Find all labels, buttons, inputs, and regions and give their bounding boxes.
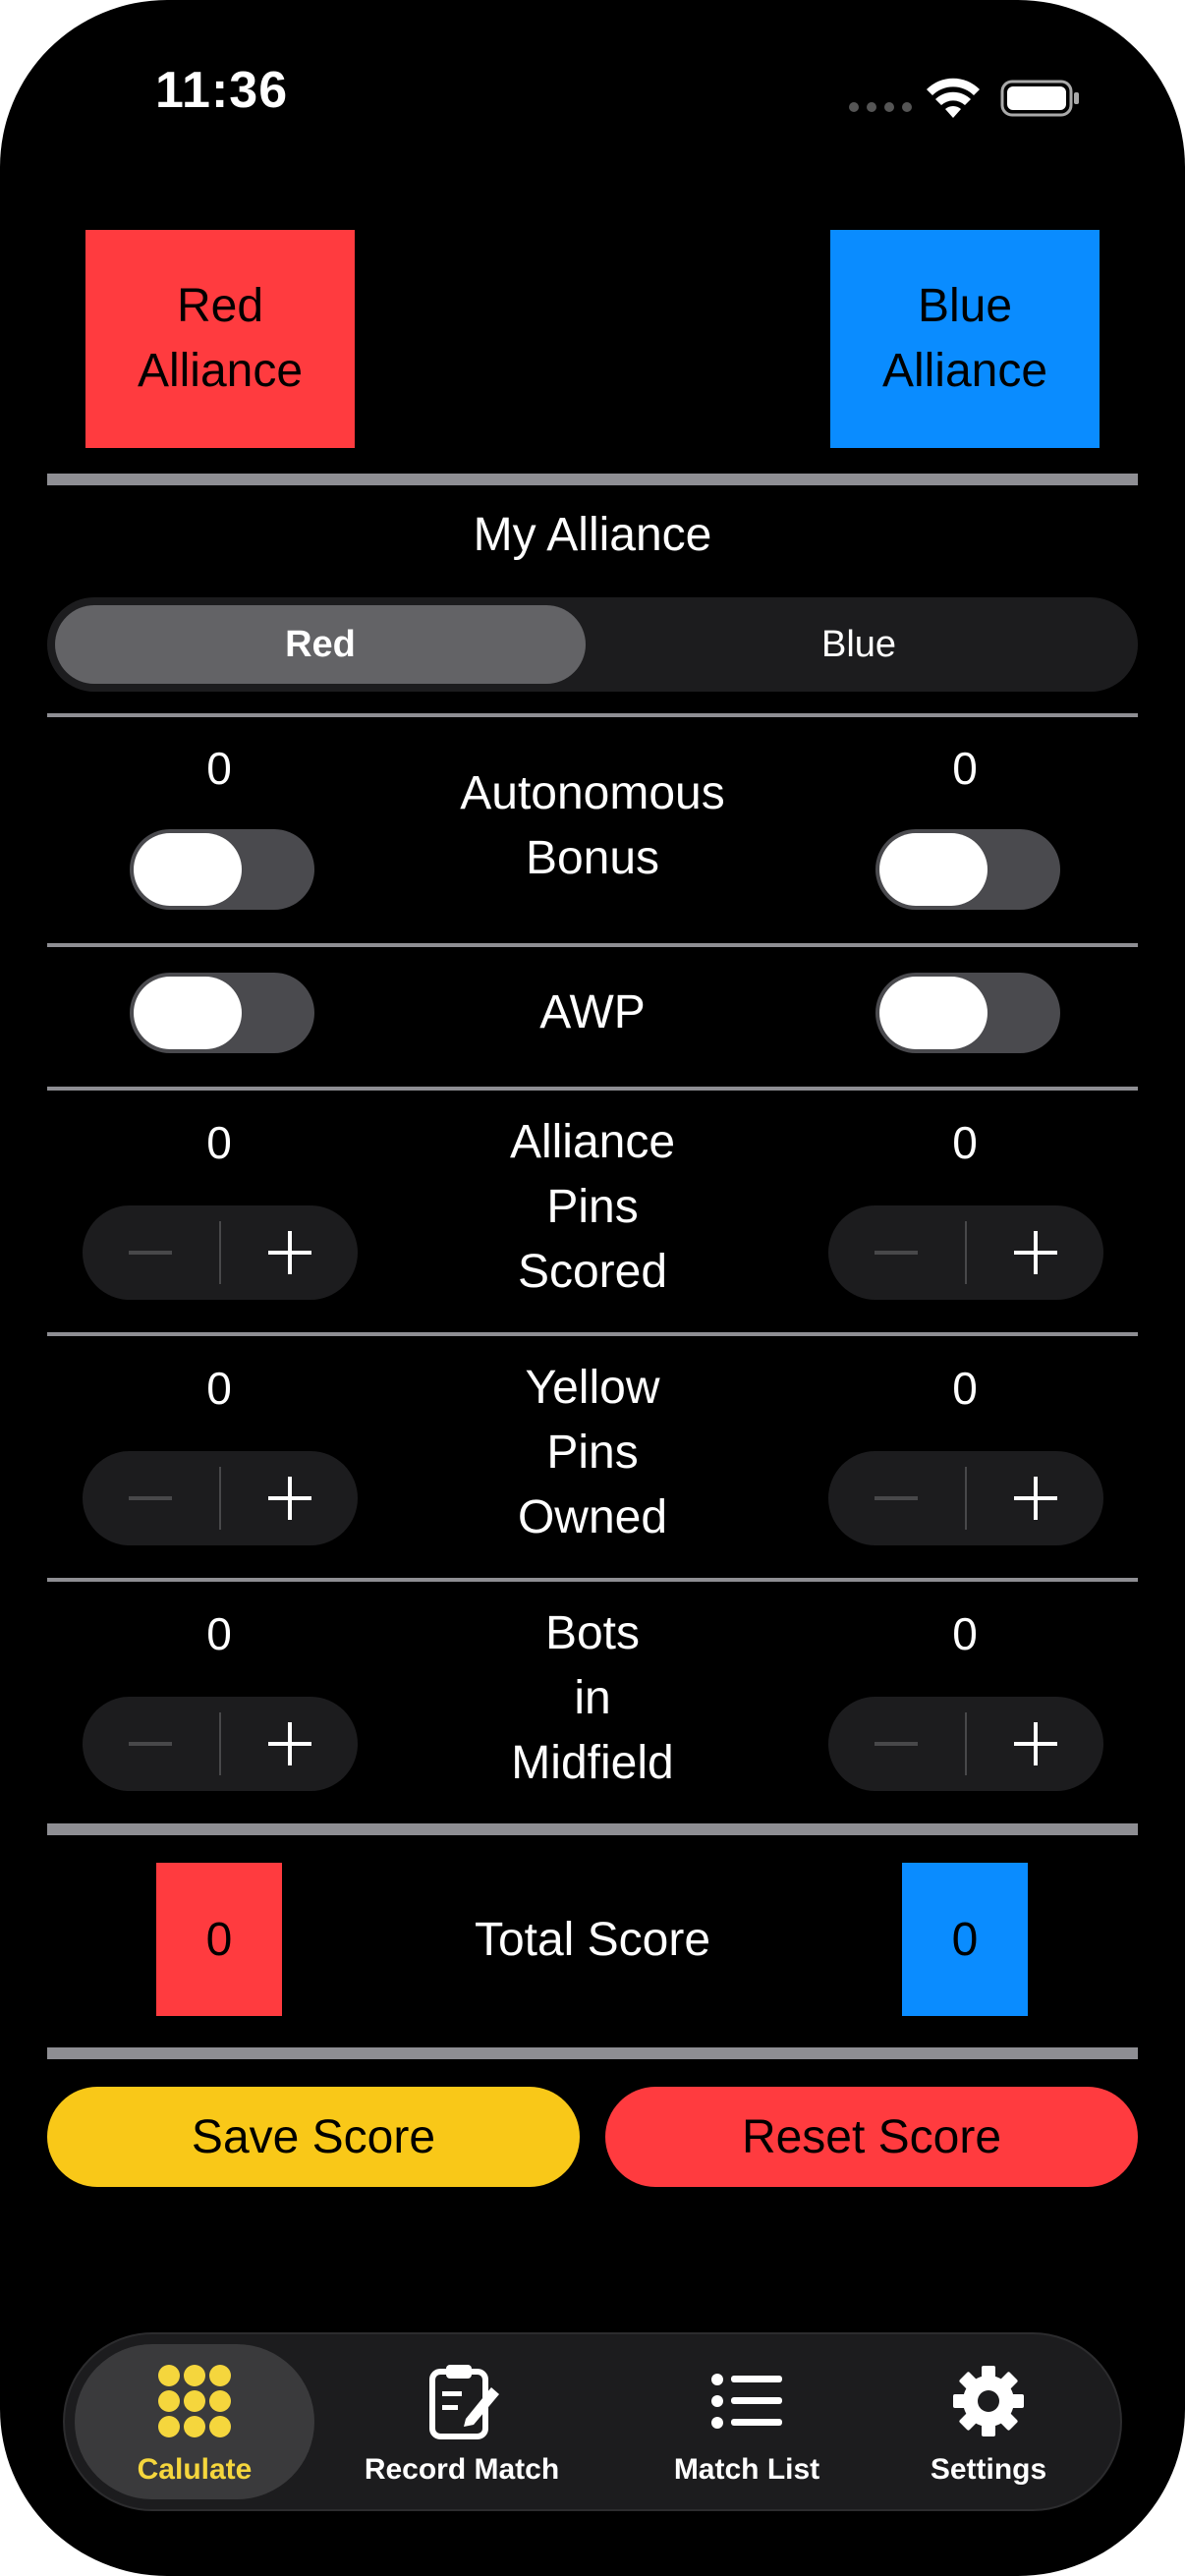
blue-alliance-header: Blue Alliance — [830, 230, 1100, 448]
row-divider — [47, 713, 1138, 717]
decrement-button[interactable] — [828, 1697, 964, 1791]
plus-icon — [1013, 1477, 1057, 1520]
decrement-button[interactable] — [83, 1205, 218, 1300]
red-awp-toggle[interactable] — [130, 973, 314, 1053]
segment-red[interactable]: Red — [55, 605, 586, 684]
clipboard-pencil-icon — [429, 2365, 499, 2439]
minus-icon — [129, 1742, 172, 1746]
decrement-button[interactable] — [828, 1451, 964, 1545]
red-total-score: 0 — [156, 1863, 282, 2016]
blue-total-score: 0 — [902, 1863, 1028, 2016]
minus-icon — [875, 1496, 918, 1500]
plus-icon — [267, 1477, 311, 1520]
gear-icon — [953, 2366, 1024, 2436]
total-score-label: Total Score — [474, 1914, 711, 1966]
blue-alliance-pins-stepper — [828, 1205, 1103, 1300]
increment-button[interactable] — [221, 1451, 358, 1545]
reset-score-button[interactable]: Reset Score — [605, 2087, 1138, 2187]
tab-label: Calulate — [137, 2453, 253, 2486]
red-bots-midfield-value: 0 — [206, 1608, 232, 1659]
autonomous-bonus-label: Autonomous Bonus — [460, 767, 725, 884]
segment-blue[interactable]: Blue — [588, 605, 1130, 684]
alliance-pins-scored-label: Alliance Pins Scored — [509, 1116, 676, 1298]
awp-label: AWP — [539, 986, 646, 1038]
row-divider — [47, 1332, 1138, 1336]
blue-bots-midfield-value: 0 — [952, 1608, 978, 1659]
blue-yellow-pins-value: 0 — [952, 1363, 978, 1414]
status-time: 11:36 — [155, 62, 289, 119]
red-yellow-pins-stepper — [83, 1451, 358, 1545]
red-alliance-header: Red Alliance — [85, 230, 355, 448]
increment-button[interactable] — [221, 1697, 358, 1791]
increment-button[interactable] — [967, 1451, 1103, 1545]
section-divider — [47, 2047, 1138, 2059]
blue-yellow-pins-stepper — [828, 1451, 1103, 1545]
minus-icon — [129, 1251, 172, 1255]
section-divider — [47, 1823, 1138, 1835]
increment-button[interactable] — [221, 1205, 358, 1300]
minus-icon — [129, 1496, 172, 1500]
increment-button[interactable] — [967, 1697, 1103, 1791]
plus-icon — [267, 1231, 311, 1274]
tab-settings[interactable]: Settings — [890, 2362, 1087, 2487]
dynamic-island-dots — [849, 102, 912, 112]
save-score-button[interactable]: Save Score — [47, 2087, 580, 2187]
red-bots-midfield-stepper — [83, 1697, 358, 1791]
decrement-button[interactable] — [83, 1451, 218, 1545]
red-yellow-pins-value: 0 — [206, 1363, 232, 1414]
row-divider — [47, 1087, 1138, 1091]
blue-alliance-pins-value: 0 — [952, 1117, 978, 1168]
yellow-pins-owned-label: Yellow Pins Owned — [517, 1362, 668, 1543]
section-divider — [47, 474, 1138, 485]
battery-icon — [1000, 80, 1079, 117]
decrement-button[interactable] — [828, 1205, 964, 1300]
grid-dots-icon — [158, 2365, 231, 2437]
my-alliance-title: My Alliance — [473, 509, 712, 561]
row-divider — [47, 943, 1138, 947]
tab-calculate[interactable]: Calulate — [94, 2362, 295, 2487]
blue-bots-midfield-stepper — [828, 1697, 1103, 1791]
list-bullet-icon — [711, 2374, 782, 2429]
tab-record-match[interactable]: Record Match — [344, 2362, 580, 2487]
tab-label: Match List — [673, 2453, 820, 2486]
minus-icon — [875, 1251, 918, 1255]
red-autonomous-bonus-toggle[interactable] — [130, 829, 314, 910]
wifi-icon — [927, 78, 980, 118]
red-alliance-pins-value: 0 — [206, 1117, 232, 1168]
bots-in-midfield-label: Bots in Midfield — [511, 1607, 674, 1789]
tab-label: Record Match — [364, 2453, 560, 2486]
increment-button[interactable] — [967, 1205, 1103, 1300]
app-screen: 11:36 Red Alliance Blue Alliance My Alli… — [0, 0, 1185, 2576]
blue-awp-toggle[interactable] — [875, 973, 1060, 1053]
tab-match-list[interactable]: Match List — [649, 2362, 845, 2487]
tab-label: Settings — [930, 2453, 1047, 2486]
red-autonomous-bonus-value: 0 — [206, 743, 232, 794]
minus-icon — [875, 1742, 918, 1746]
row-divider — [47, 1578, 1138, 1582]
plus-icon — [1013, 1722, 1057, 1765]
blue-autonomous-bonus-toggle[interactable] — [875, 829, 1060, 910]
plus-icon — [1013, 1231, 1057, 1274]
plus-icon — [267, 1722, 311, 1765]
red-alliance-pins-stepper — [83, 1205, 358, 1300]
blue-autonomous-bonus-value: 0 — [952, 743, 978, 794]
decrement-button[interactable] — [83, 1697, 218, 1791]
